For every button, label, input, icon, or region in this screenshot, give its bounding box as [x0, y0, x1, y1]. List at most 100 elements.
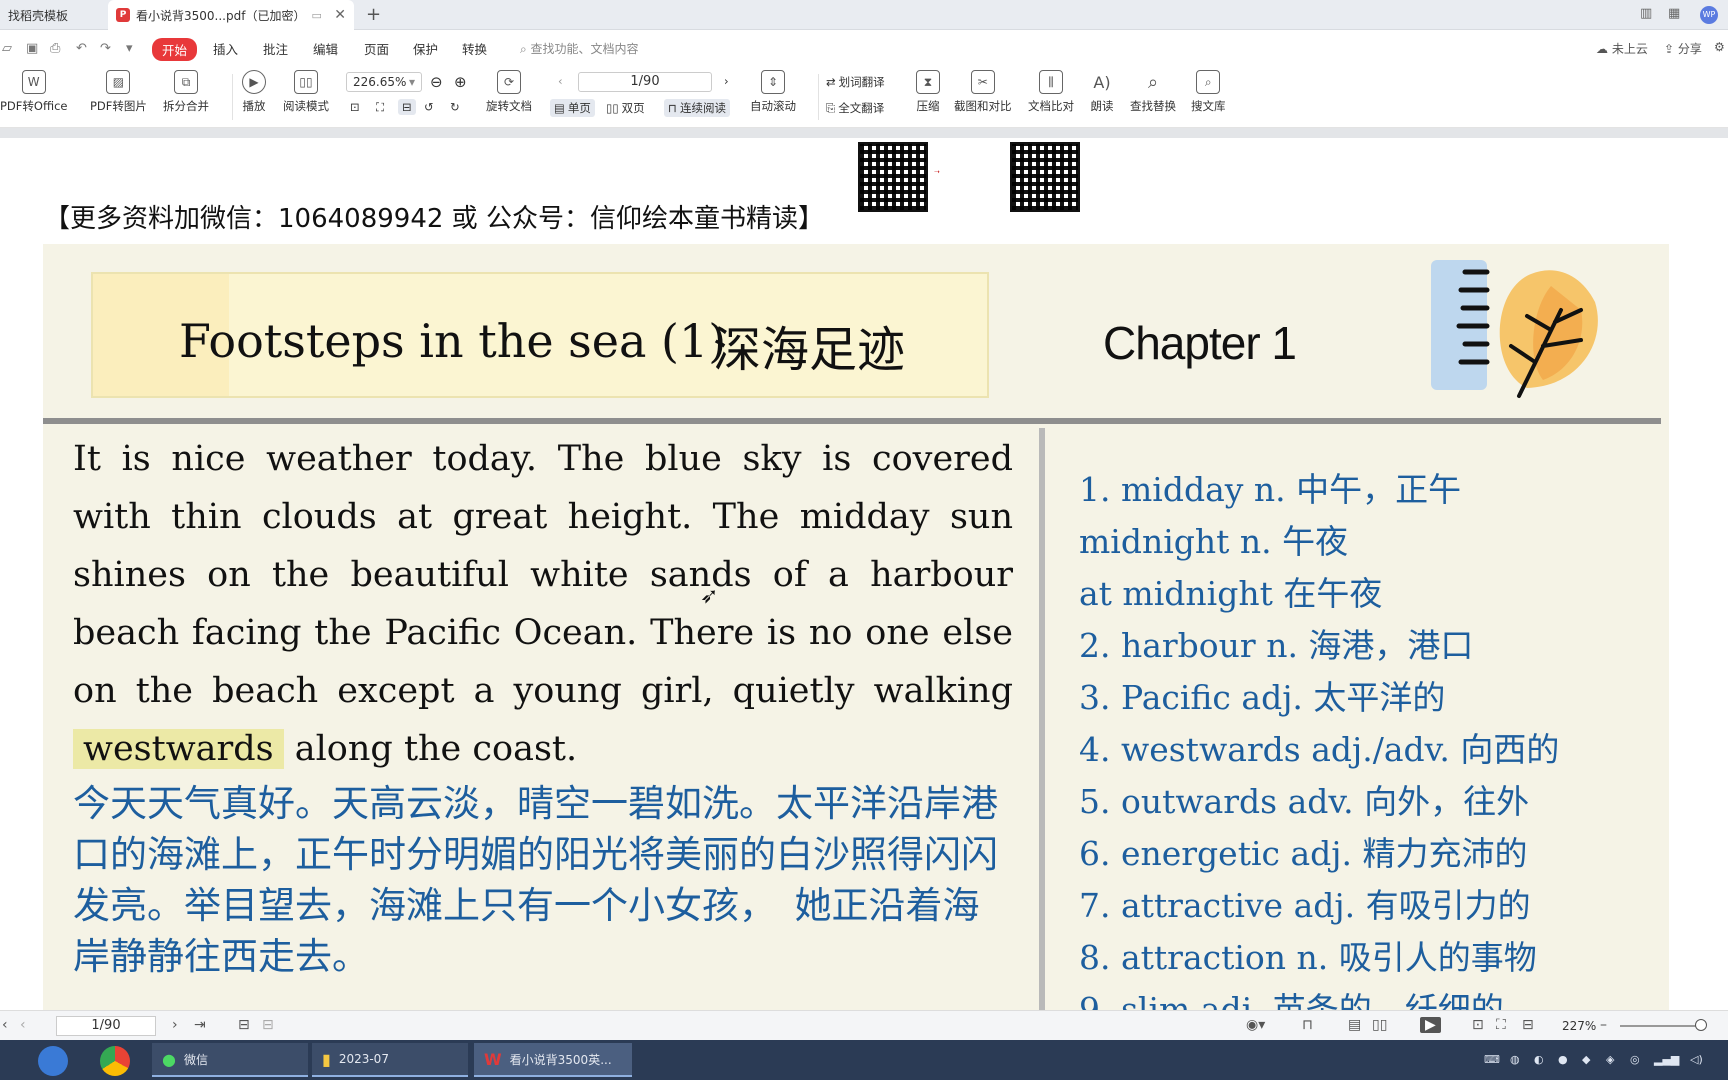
open-icon[interactable]: ▱ — [2, 41, 12, 56]
last-page-icon[interactable]: ⇥ — [194, 1017, 206, 1033]
menu-tab-edit[interactable]: 编辑 — [313, 39, 338, 58]
single-page-icon: ▤ — [554, 101, 565, 115]
close-icon[interactable]: ✕ — [334, 7, 346, 23]
qr-caption-icon: ➝ — [934, 168, 940, 176]
tab-template[interactable]: 找稻壳模板 — [0, 0, 106, 30]
taskbar-wps[interactable]: W 看小说背3500英... — [474, 1043, 632, 1077]
taskbar-folder[interactable]: ▮ 2023-07 — [312, 1043, 468, 1077]
continuous-view-icon[interactable]: ⊓ — [1302, 1017, 1313, 1033]
double-page-button[interactable]: ▯▯ 双页 — [606, 100, 645, 116]
window-icon[interactable]: ▭ — [311, 9, 321, 22]
mouse-cursor-icon: ➶ — [700, 584, 719, 609]
menu-tab-convert[interactable]: 转换 — [462, 39, 487, 58]
back-icon[interactable]: ⊟ — [238, 1017, 250, 1033]
auto-scroll-button[interactable]: ⇕ 自动滚动 — [750, 70, 796, 114]
share-button[interactable]: ⇪ 分享 — [1664, 40, 1702, 57]
zoom-in-icon[interactable]: ⊕ — [454, 73, 467, 91]
prev-page-icon[interactable]: ‹ — [558, 74, 563, 88]
search-library-button[interactable]: ⌕ 搜文库 — [1191, 70, 1226, 114]
tray-volume-icon[interactable]: ◁) — [1690, 1053, 1703, 1066]
status-page-input[interactable]: 1/90 — [56, 1016, 156, 1036]
wps-icon: W — [484, 1049, 502, 1069]
vocab-item: 8. attraction n. 吸引人的事物 — [1079, 938, 1537, 977]
feature-search[interactable]: ⌕ 查找功能、文档内容 — [520, 40, 639, 57]
tray-app-icon[interactable]: ◎ — [1630, 1053, 1640, 1066]
read-mode-button[interactable]: ▯▯ 阅读模式 — [283, 70, 329, 114]
pdf-to-office-button[interactable]: W PDF转Office — [0, 70, 67, 114]
passage-text-end: along the coast. — [283, 729, 578, 769]
minus-icon[interactable]: – — [1600, 1017, 1607, 1033]
undo-icon[interactable]: ↶ — [76, 41, 87, 56]
new-tab-button[interactable]: + — [366, 4, 381, 25]
read-aloud-button[interactable]: A) 朗读 — [1090, 70, 1114, 114]
eye-icon[interactable]: ◉▾ — [1246, 1017, 1265, 1033]
first-page-icon[interactable]: ‹ — [2, 1017, 8, 1033]
rotate-right-icon[interactable]: ↻ — [450, 100, 460, 114]
double-view-icon[interactable]: ▯▯ — [1372, 1017, 1387, 1033]
play-button[interactable]: ▶ 播放 — [242, 70, 266, 114]
grid-icon[interactable]: ▦ — [1668, 6, 1680, 21]
tray-app-icon[interactable]: ◈ — [1606, 1053, 1614, 1066]
page-number-input[interactable]: 1/90 — [578, 72, 712, 92]
compress-button[interactable]: ⧗ 压缩 — [916, 70, 940, 114]
split-merge-button[interactable]: ⧉ 拆分合并 — [163, 70, 209, 114]
continuous-read-button[interactable]: ⊓ 连续阅读 — [664, 99, 730, 117]
forward-icon[interactable]: ⊟ — [262, 1017, 274, 1033]
rotate-left-icon[interactable]: ↺ — [424, 100, 434, 114]
pdf-to-image-button[interactable]: ▨ PDF转图片 — [90, 70, 147, 114]
status-zoom[interactable]: 227% — [1562, 1019, 1596, 1033]
menu-tab-page[interactable]: 页面 — [364, 39, 389, 58]
document-viewport[interactable]: ➝ 【更多资料加微信：1064089942 或 公众号：信仰绘本童书精读】 Fo… — [0, 138, 1728, 1010]
fit-page-icon[interactable]: ⛶ — [376, 100, 384, 115]
next-page-icon[interactable]: › — [172, 1017, 178, 1033]
zoom-slider[interactable] — [1620, 1025, 1700, 1027]
actual-size-icon[interactable]: ⊡ — [1472, 1017, 1484, 1033]
rotate-doc-button[interactable]: ⟳ 旋转文档 — [486, 70, 532, 114]
tray-app-icon[interactable]: ◆ — [1582, 1053, 1590, 1066]
prev-page-icon[interactable]: ‹ — [20, 1017, 26, 1033]
word-translate-button[interactable]: ⇄ 划词翻译 — [826, 74, 885, 90]
fit-page-icon[interactable]: ⛶ — [1496, 1017, 1506, 1033]
read-aloud-label: 朗读 — [1090, 99, 1114, 113]
english-passage: It is nice weather today. The blue sky i… — [73, 430, 1013, 778]
menu-tab-protect[interactable]: 保护 — [413, 39, 438, 58]
screenshot-compare-button[interactable]: ✂ 截图和对比 — [954, 70, 1012, 114]
menu-tab-annotate[interactable]: 批注 — [263, 39, 288, 58]
tab-pdf-document[interactable]: P 看小说背3500...pdf（已加密） ▭ ✕ — [108, 0, 354, 30]
fit-width-icon[interactable]: ⊟ — [1522, 1017, 1534, 1033]
tray-app-icon[interactable]: ◐ — [1534, 1053, 1544, 1066]
menu-tab-start[interactable]: 开始 — [152, 38, 198, 61]
chrome-icon[interactable] — [100, 1046, 130, 1076]
highlighted-word[interactable]: westwards — [73, 729, 284, 769]
next-page-icon[interactable]: › — [724, 74, 729, 88]
single-view-icon[interactable]: ▤ — [1348, 1017, 1361, 1033]
print-icon[interactable]: ⎙ — [50, 41, 60, 56]
play-icon[interactable]: ▶ — [1420, 1017, 1441, 1033]
avatar[interactable]: WP — [1700, 6, 1718, 24]
search-icon: ⌕ — [1147, 71, 1159, 93]
cloud-status[interactable]: ☁ 未上云 — [1596, 40, 1648, 57]
pdf-to-office-label: PDF转Office — [0, 99, 68, 113]
chevron-down-icon[interactable]: ▾ — [126, 41, 133, 56]
zoom-out-icon[interactable]: ⊖ — [430, 73, 443, 91]
actual-size-icon[interactable]: ⊡ — [350, 100, 360, 114]
tray-app-icon[interactable]: ◍ — [1510, 1053, 1520, 1066]
menu-tab-insert[interactable]: 插入 — [213, 39, 238, 58]
tray-wechat-icon[interactable]: ● — [1558, 1053, 1568, 1066]
save-icon[interactable]: ▣ — [26, 41, 38, 56]
taskbar-wechat[interactable]: ● 微信 — [152, 1043, 308, 1077]
title-chinese: 深海足迹 — [713, 322, 906, 378]
find-replace-button[interactable]: ⌕ 查找替换 — [1130, 70, 1176, 114]
full-translate-button[interactable]: ⎘ 全文翻译 — [826, 100, 884, 116]
settings-icon[interactable]: ⚙ — [1714, 40, 1725, 54]
doc-compare-button[interactable]: ⫼ 文档比对 — [1028, 70, 1074, 114]
zoom-slider-handle[interactable] — [1695, 1019, 1707, 1031]
layout-icon[interactable]: ▥ — [1640, 6, 1652, 21]
zoom-select[interactable]: 226.65% ▾ — [346, 72, 422, 92]
fit-width-icon[interactable]: ⊟ — [398, 99, 416, 115]
app-launcher-icon[interactable] — [38, 1046, 68, 1076]
redo-icon[interactable]: ↷ — [100, 41, 111, 56]
tray-network-icon[interactable]: ▂▄▆ — [1654, 1053, 1679, 1066]
single-page-button[interactable]: ▤ 单页 — [550, 99, 595, 117]
tray-ime-icon[interactable]: ⌨ — [1484, 1053, 1500, 1066]
